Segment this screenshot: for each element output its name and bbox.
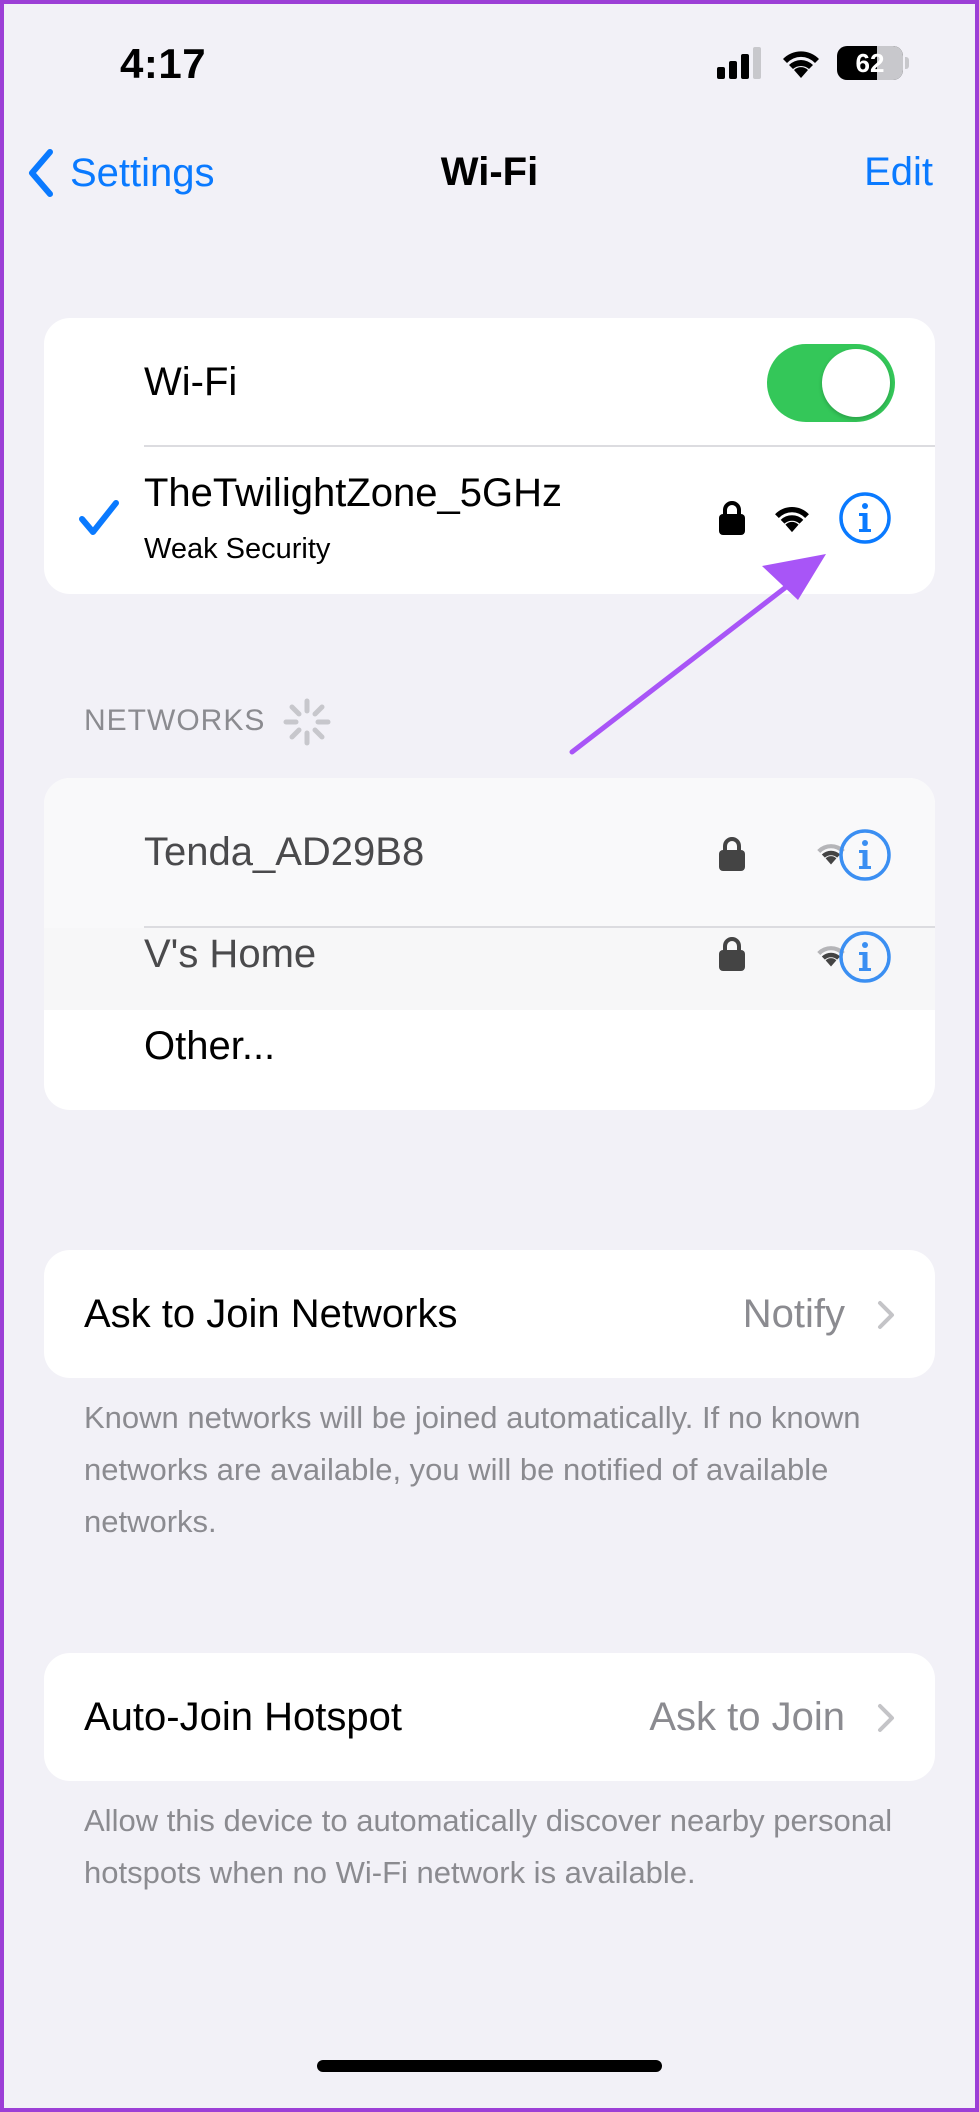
annotation-arrow xyxy=(569,554,826,755)
